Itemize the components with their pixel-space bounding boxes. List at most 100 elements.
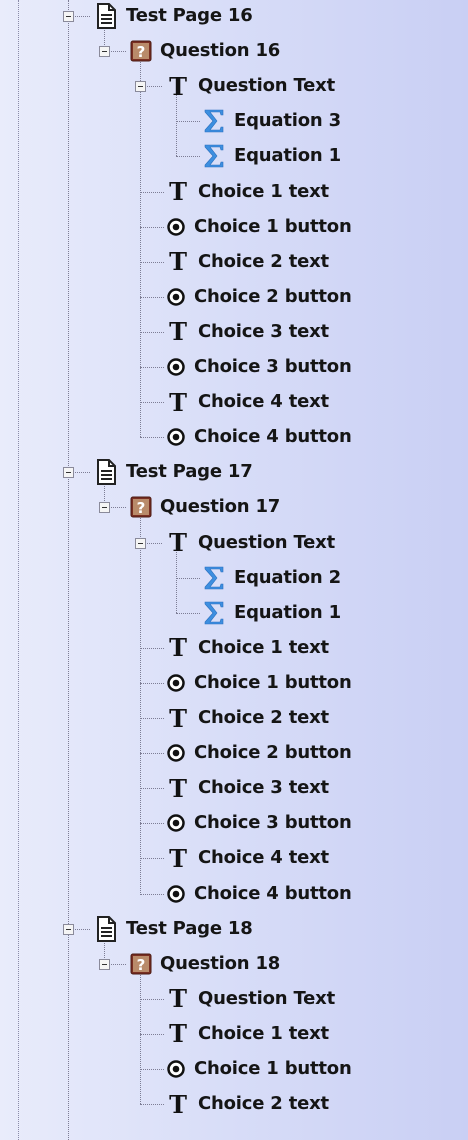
page-icon xyxy=(94,915,118,943)
question-icon: ? xyxy=(130,953,152,975)
tree-item-radio[interactable]: Choice 1 button xyxy=(0,667,468,699)
tree-item-radio[interactable]: Choice 3 button xyxy=(0,807,468,839)
svg-text:?: ? xyxy=(137,956,146,974)
tree-item-question[interactable]: ? Question 16 xyxy=(0,35,468,67)
tree-item-page[interactable]: Test Page 16 xyxy=(0,0,468,32)
tree-item-page[interactable]: Test Page 17 xyxy=(0,456,468,488)
tree-item-label: Choice 2 button xyxy=(194,742,352,764)
tree-connector xyxy=(176,577,200,579)
collapse-toggle[interactable] xyxy=(99,46,110,58)
text-icon: T xyxy=(169,843,187,873)
collapse-toggle[interactable] xyxy=(63,467,74,479)
tree-connector xyxy=(140,331,164,333)
tree-connector xyxy=(176,548,177,613)
tree-item-text[interactable]: T Choice 4 text xyxy=(0,842,468,874)
tree-item-label: Test Page 17 xyxy=(126,461,253,483)
tree-item-radio[interactable]: Choice 2 button xyxy=(0,281,468,313)
collapse-toggle[interactable] xyxy=(63,11,74,22)
tree-item-label: Choice 4 button xyxy=(194,882,352,904)
radio-button-icon xyxy=(166,813,186,833)
tree-connector xyxy=(140,402,164,404)
tree-item-text[interactable]: T Choice 2 text xyxy=(0,246,468,278)
tree-item-equation[interactable]: Equation 1 xyxy=(0,597,468,629)
tree-item-radio[interactable]: Choice 3 button xyxy=(0,351,468,383)
tree-connector xyxy=(140,1069,164,1070)
tree-item-label: Choice 4 text xyxy=(198,391,329,413)
tree-item-text[interactable]: T Question Text xyxy=(0,527,468,559)
tree-item-radio[interactable]: Choice 1 button xyxy=(0,1053,468,1085)
tree-connector xyxy=(176,612,200,614)
tree-connector xyxy=(176,121,200,123)
tree-item-equation[interactable]: Equation 3 xyxy=(0,105,468,137)
sigma-icon xyxy=(202,565,226,591)
tree-item-label: Choice 3 text xyxy=(198,320,329,342)
tree-item-question[interactable]: ? Question 18 xyxy=(0,948,468,980)
tree-item-text[interactable]: T Choice 1 text xyxy=(0,1018,468,1050)
text-icon: T xyxy=(169,1089,187,1119)
tree-item-text[interactable]: T Choice 3 text xyxy=(0,772,468,804)
tree-item-label: Question Text xyxy=(198,531,335,553)
tree-connector xyxy=(140,437,164,439)
tree-item-label: Choice 4 button xyxy=(194,426,352,448)
radio-button-icon xyxy=(166,673,186,693)
tree-item-radio[interactable]: Choice 1 button xyxy=(0,211,468,243)
radio-button-icon xyxy=(166,217,186,237)
tree-item-question[interactable]: ? Question 17 xyxy=(0,491,468,523)
tree-item-label: Choice 1 text xyxy=(198,636,329,658)
tree-connector xyxy=(140,226,164,228)
tree-connector xyxy=(176,92,177,157)
tree-item-label: Equation 2 xyxy=(234,566,341,588)
text-icon: T xyxy=(169,1019,187,1049)
tree-connector xyxy=(140,367,164,368)
tree-item-label: Question 16 xyxy=(160,40,281,62)
tree-connector xyxy=(140,718,164,719)
radio-button-icon xyxy=(166,287,186,307)
tree-item-text[interactable]: T Question Text xyxy=(0,70,468,102)
question-icon: ? xyxy=(130,40,152,62)
text-icon: T xyxy=(169,177,187,206)
tree-item-label: Choice 3 text xyxy=(198,777,329,799)
tree-connector xyxy=(140,1033,164,1035)
tree-item-equation[interactable]: Equation 2 xyxy=(0,562,468,594)
sigma-icon xyxy=(202,108,226,134)
collapse-toggle[interactable] xyxy=(135,81,146,93)
tree-item-radio[interactable]: Choice 4 button xyxy=(0,421,468,453)
tree-item-label: Choice 1 button xyxy=(194,215,352,237)
tree-connector xyxy=(140,753,164,755)
text-icon: T xyxy=(169,528,187,557)
collapse-toggle[interactable] xyxy=(99,958,110,970)
tree-item-text[interactable]: T Choice 4 text xyxy=(0,386,468,418)
tree-item-label: Equation 3 xyxy=(234,110,341,132)
tree-item-text[interactable]: T Choice 1 text xyxy=(0,632,468,664)
tree-item-label: Choice 3 button xyxy=(194,356,352,377)
text-icon: T xyxy=(169,703,187,733)
tree-item-text[interactable]: T Choice 2 text xyxy=(0,702,468,734)
tree-item-text[interactable]: T Question Text xyxy=(0,983,468,1015)
radio-button-icon xyxy=(166,427,186,447)
svg-text:?: ? xyxy=(137,499,146,517)
question-icon: ? xyxy=(130,496,152,518)
tree-connector xyxy=(140,893,164,895)
tree-item-label: Choice 3 button xyxy=(194,812,352,834)
sigma-icon xyxy=(202,143,226,169)
tree-connector xyxy=(140,261,164,263)
collapse-toggle[interactable] xyxy=(63,923,74,935)
tree-connector xyxy=(140,191,164,193)
tree-item-text[interactable]: T Choice 3 text xyxy=(0,316,468,348)
collapse-toggle[interactable] xyxy=(135,537,146,549)
tree-item-equation[interactable]: Equation 1 xyxy=(0,140,468,172)
collapse-toggle[interactable] xyxy=(99,502,110,514)
tree-item-page[interactable]: Test Page 18 xyxy=(0,913,468,945)
tree-item-text[interactable]: T Choice 1 text xyxy=(0,176,468,208)
radio-button-icon xyxy=(166,743,186,763)
tree-item-radio[interactable]: Choice 4 button xyxy=(0,878,468,910)
tree-item-radio[interactable]: Choice 2 button xyxy=(0,737,468,769)
tree-item-label: Choice 2 text xyxy=(198,250,329,272)
tree-item-label: Choice 1 button xyxy=(194,671,352,693)
text-icon: T xyxy=(169,71,187,101)
tree-item-label: Choice 4 text xyxy=(198,847,329,869)
tree-item-label: Equation 1 xyxy=(234,601,341,623)
tree-item-text[interactable]: T Choice 2 text xyxy=(0,1088,468,1120)
text-icon: T xyxy=(169,633,187,663)
tree-connector xyxy=(140,296,164,298)
